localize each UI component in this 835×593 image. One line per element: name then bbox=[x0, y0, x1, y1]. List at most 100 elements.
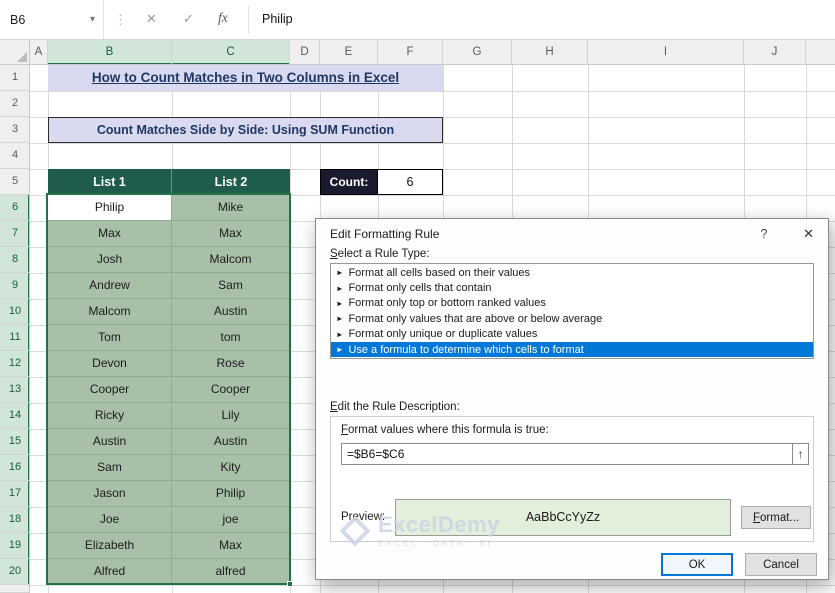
rule-type-option-6[interactable]: ► Use a formula to determine which cells … bbox=[331, 341, 813, 358]
rule-type-option-3[interactable]: ► Format only top or bottom ranked values bbox=[331, 296, 813, 311]
row-header-16[interactable]: 16 bbox=[0, 455, 29, 481]
fill-handle[interactable] bbox=[287, 581, 293, 587]
row-header-6[interactable]: 6 bbox=[0, 195, 29, 221]
row-header-18[interactable]: 18 bbox=[0, 507, 29, 533]
table-cell-C20[interactable]: alfred bbox=[172, 559, 290, 585]
format-button[interactable]: Format... bbox=[741, 506, 811, 529]
cancel-icon[interactable]: ✕ bbox=[146, 11, 157, 27]
rule-arrow-icon: ► bbox=[336, 298, 344, 308]
rule-type-option-5[interactable]: ► Format only unique or duplicate values bbox=[331, 327, 813, 342]
table-cell-B7[interactable]: Max bbox=[48, 221, 172, 247]
column-header-F[interactable]: F bbox=[378, 40, 443, 64]
table-cell-C9[interactable]: Sam bbox=[172, 273, 290, 299]
help-icon[interactable]: ? bbox=[756, 227, 772, 241]
rule-type-option-label: Format only values that are above or bel… bbox=[348, 312, 603, 325]
table-cell-C13[interactable]: Cooper bbox=[172, 377, 290, 403]
column-header-G[interactable]: G bbox=[443, 40, 512, 64]
cancel-button[interactable]: Cancel bbox=[745, 553, 817, 576]
preview-label: Preview: bbox=[341, 511, 386, 523]
table-cell-C15[interactable]: Austin bbox=[172, 429, 290, 455]
table-cell-B14[interactable]: Ricky bbox=[48, 403, 172, 429]
row-header-5[interactable]: 5 bbox=[0, 169, 29, 195]
dialog-title: Edit Formatting Rule bbox=[330, 227, 440, 241]
row-header-13[interactable]: 13 bbox=[0, 377, 29, 403]
column-header-D[interactable]: D bbox=[290, 40, 320, 64]
column-header-A[interactable]: A bbox=[30, 40, 48, 64]
formula-bar-divider-icon: ⋮ bbox=[114, 12, 127, 27]
table-cell-C16[interactable]: Kity bbox=[172, 455, 290, 481]
sheet-title: How to Count Matches in Two Columns in E… bbox=[48, 65, 443, 91]
table-cell-C19[interactable]: Max bbox=[172, 533, 290, 559]
table-header-list1[interactable]: List 1 bbox=[48, 169, 172, 195]
table-cell-B20[interactable]: Alfred bbox=[48, 559, 172, 585]
rule-type-option-2[interactable]: ► Format only cells that contain bbox=[331, 280, 813, 295]
row-headers: 1 2 3 4 5 6 7 8 9 10 11 12 13 14 15 16 17 18 19 20 bbox=[0, 65, 30, 593]
count-value-cell[interactable]: 6 bbox=[378, 169, 443, 195]
table-cell-C7[interactable]: Max bbox=[172, 221, 290, 247]
insert-function-icon[interactable]: fx bbox=[218, 10, 228, 26]
table-cell-B16[interactable]: Sam bbox=[48, 455, 172, 481]
row-header-8[interactable]: 8 bbox=[0, 247, 29, 273]
match-table: Philip Mike Max Max Josh Malcom Andrew Sam Malco… bbox=[48, 195, 290, 585]
row-header-15[interactable]: 15 bbox=[0, 429, 29, 455]
rule-description-label: Edit the Rule Description: bbox=[330, 401, 460, 413]
table-header-list2[interactable]: List 2 bbox=[172, 169, 290, 195]
row-header-7[interactable]: 7 bbox=[0, 221, 29, 247]
row-header-17[interactable]: 17 bbox=[0, 481, 29, 507]
table-cell-B10[interactable]: Malcom bbox=[48, 299, 172, 325]
formula-input[interactable]: Philip bbox=[262, 0, 293, 39]
close-icon[interactable]: ✕ bbox=[803, 226, 814, 242]
select-all-button[interactable] bbox=[0, 40, 30, 65]
column-header-I[interactable]: I bbox=[588, 40, 744, 64]
table-cell-B15[interactable]: Austin bbox=[48, 429, 172, 455]
rule-type-option-label: Format only unique or duplicate values bbox=[348, 328, 538, 341]
rule-type-option-1[interactable]: ► Format all cells based on their values bbox=[331, 265, 813, 280]
collapse-dialog-icon[interactable]: ↑ bbox=[792, 443, 809, 465]
table-cell-C17[interactable]: Philip bbox=[172, 481, 290, 507]
table-cell-B17[interactable]: Jason bbox=[48, 481, 172, 507]
formula-bar: B6 ▾ ⋮ ✕ ✓ fx Philip bbox=[0, 0, 835, 40]
table-cell-C18[interactable]: joe bbox=[172, 507, 290, 533]
chevron-down-icon[interactable]: ▾ bbox=[90, 14, 95, 25]
row-header-2[interactable]: 2 bbox=[0, 91, 29, 117]
row-header-19[interactable]: 19 bbox=[0, 533, 29, 559]
table-cell-C14[interactable]: Lily bbox=[172, 403, 290, 429]
row-header-14[interactable]: 14 bbox=[0, 403, 29, 429]
column-header-J[interactable]: J bbox=[744, 40, 806, 64]
row-header-9[interactable]: 9 bbox=[0, 273, 29, 299]
row-header-10[interactable]: 10 bbox=[0, 299, 29, 325]
select-all-triangle-icon bbox=[17, 52, 27, 62]
row-header-11[interactable]: 11 bbox=[0, 325, 29, 351]
count-label-cell[interactable]: Count: bbox=[320, 169, 378, 195]
row-header-1[interactable]: 1 bbox=[0, 65, 29, 91]
column-header-H[interactable]: H bbox=[512, 40, 588, 64]
column-header-B[interactable]: B bbox=[48, 40, 172, 64]
table-cell-C8[interactable]: Malcom bbox=[172, 247, 290, 273]
column-header-C[interactable]: C bbox=[172, 40, 290, 64]
row-header-20[interactable]: 20 bbox=[0, 559, 29, 585]
rule-type-option-4[interactable]: ► Format only values that are above or be… bbox=[331, 311, 813, 326]
table-cell-C10[interactable]: Austin bbox=[172, 299, 290, 325]
formula-condition-label: Format values where this formula is true… bbox=[341, 424, 549, 436]
table-cell-B12[interactable]: Devon bbox=[48, 351, 172, 377]
rule-formula-input[interactable] bbox=[341, 443, 793, 465]
ok-button[interactable]: OK bbox=[661, 553, 733, 576]
table-cell-C6[interactable]: Mike bbox=[172, 195, 290, 221]
row-header-3[interactable]: 3 bbox=[0, 117, 29, 143]
rule-type-option-label: Format only top or bottom ranked values bbox=[348, 297, 546, 310]
row-header-12[interactable]: 12 bbox=[0, 351, 29, 377]
table-cell-B9[interactable]: Andrew bbox=[48, 273, 172, 299]
table-cell-B8[interactable]: Josh bbox=[48, 247, 172, 273]
table-cell-B19[interactable]: Elizabeth bbox=[48, 533, 172, 559]
table-cell-B11[interactable]: Tom bbox=[48, 325, 172, 351]
table-cell-C11[interactable]: tom bbox=[172, 325, 290, 351]
enter-icon[interactable]: ✓ bbox=[183, 11, 194, 27]
name-box[interactable]: B6 ▾ bbox=[0, 0, 104, 39]
row-header-4[interactable]: 4 bbox=[0, 143, 29, 169]
table-cell-C12[interactable]: Rose bbox=[172, 351, 290, 377]
table-cell-B18[interactable]: Joe bbox=[48, 507, 172, 533]
column-headers: ABCDEFGHIJ bbox=[30, 40, 835, 65]
column-header-E[interactable]: E bbox=[320, 40, 378, 64]
table-cell-B6[interactable]: Philip bbox=[48, 195, 172, 221]
table-cell-B13[interactable]: Cooper bbox=[48, 377, 172, 403]
